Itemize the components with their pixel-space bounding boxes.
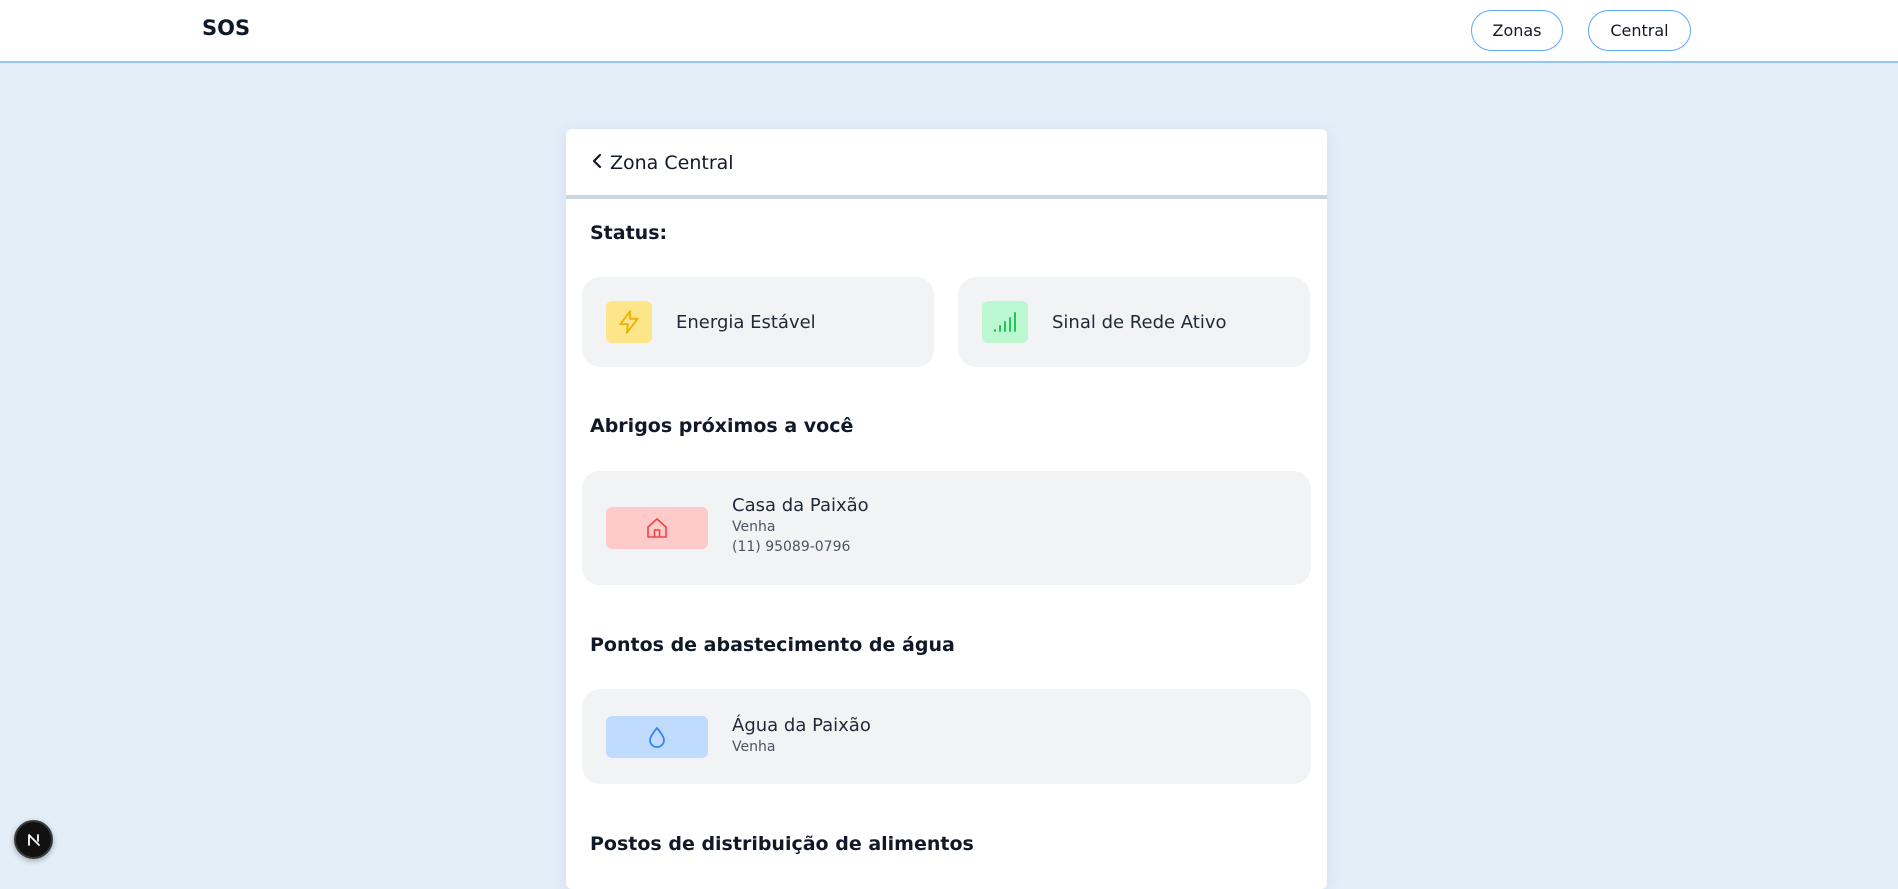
lightning-icon: [606, 301, 652, 343]
top-navbar: SOS Zonas Central: [0, 0, 1898, 63]
shelters-heading: Abrigos próximos a você: [590, 415, 854, 437]
signal-bars-icon: [982, 301, 1028, 343]
water-subtitle: Venha: [732, 739, 776, 755]
zone-card: Zona Central Status: Energia Estável Sin…: [566, 129, 1327, 889]
zone-header: Zona Central: [566, 129, 1327, 199]
water-heading: Pontos de abastecimento de água: [590, 634, 955, 656]
shelter-info: Casa da Paixão Venha (11) 95089-0796: [732, 495, 869, 557]
brand-logo[interactable]: SOS: [202, 16, 250, 40]
chevron-left-icon: [590, 152, 604, 174]
nav-zonas-button[interactable]: Zonas: [1471, 10, 1563, 51]
water-item[interactable]: Água da Paixão Venha: [582, 689, 1311, 784]
water-info: Água da Paixão Venha: [732, 715, 871, 757]
food-heading: Postos de distribuição de alimentos: [590, 833, 974, 855]
shelter-subtitle: Venha: [732, 519, 776, 535]
water-name: Água da Paixão: [732, 715, 871, 736]
nextjs-logo-icon[interactable]: [14, 820, 53, 859]
zone-title: Zona Central: [610, 152, 734, 174]
water-drop-icon: [606, 716, 708, 758]
nav-central-button[interactable]: Central: [1588, 10, 1691, 51]
shelter-name: Casa da Paixão: [732, 495, 869, 516]
house-icon: [606, 507, 708, 549]
back-button[interactable]: Zona Central: [590, 149, 734, 177]
shelter-phone: (11) 95089-0796: [732, 539, 851, 555]
status-network-tile: Sinal de Rede Ativo: [958, 277, 1310, 367]
shelter-item[interactable]: Casa da Paixão Venha (11) 95089-0796: [582, 471, 1311, 585]
status-energy-tile: Energia Estável: [582, 277, 934, 367]
status-heading: Status:: [590, 222, 668, 244]
status-network-label: Sinal de Rede Ativo: [1052, 311, 1227, 333]
status-energy-label: Energia Estável: [676, 311, 816, 333]
